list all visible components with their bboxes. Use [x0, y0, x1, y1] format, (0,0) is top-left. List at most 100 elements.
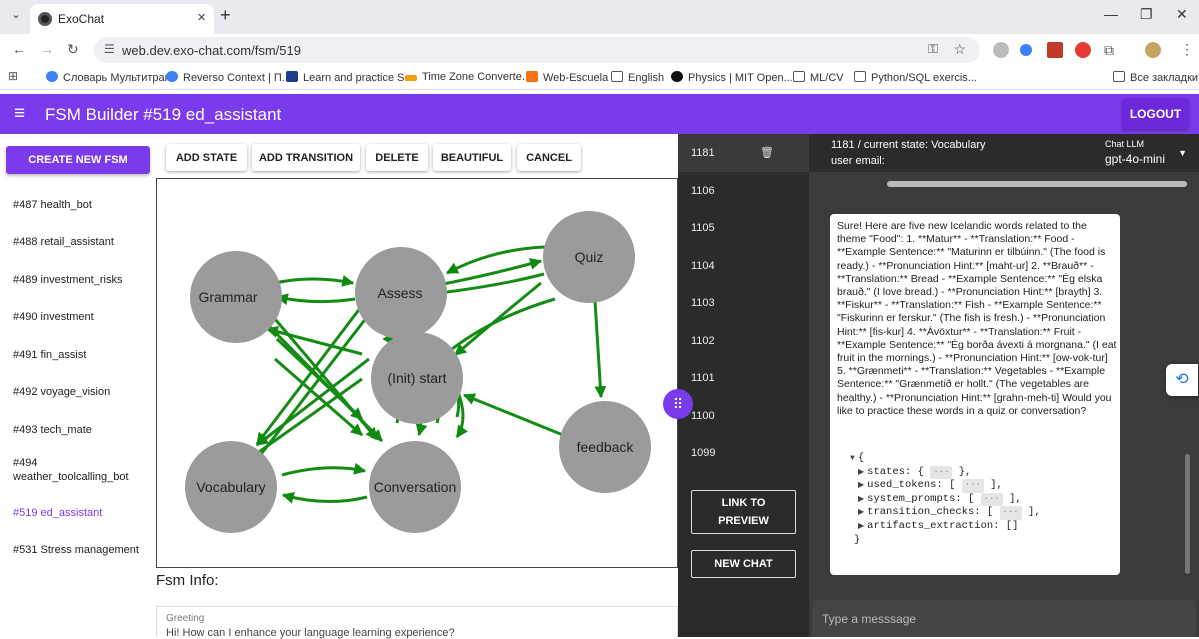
chat-id[interactable]: 1106	[691, 185, 715, 197]
bookmark-item[interactable]: Physics | MIT Open...	[671, 71, 793, 84]
new-chat-button[interactable]: NEW CHAT	[691, 550, 796, 578]
greeting-value: Hi! How can I enhance your language lear…	[166, 627, 455, 639]
sidebar-item-fsm[interactable]: #490 investment	[13, 310, 153, 324]
chevron-down-icon[interactable]: ▼	[1178, 148, 1187, 158]
bookmark-folder[interactable]: Python/SQL exercis...	[854, 71, 977, 84]
chat-id[interactable]: 1101	[691, 372, 715, 384]
add-transition-button[interactable]: ADD TRANSITION	[252, 144, 360, 171]
url-text: web.dev.exo-chat.com/fsm/519	[122, 43, 301, 58]
json-row[interactable]: ▶ transition_checks: [ ··· ],	[850, 506, 1041, 520]
user-email: user email:	[831, 155, 885, 167]
chat-id[interactable]: 1100	[691, 410, 715, 422]
bookmark-folder[interactable]: ML/CV	[793, 71, 844, 84]
sidebar-item-fsm[interactable]: #531 Stress management	[13, 543, 153, 557]
tab-title: ExoChat	[58, 12, 105, 26]
tab-search-icon[interactable]: ⌄	[6, 8, 26, 26]
reload-icon[interactable]: ↻	[67, 41, 79, 58]
site-settings-icon[interactable]: ☰	[104, 42, 115, 56]
new-tab-icon[interactable]: +	[220, 5, 231, 26]
bookmark-item[interactable]: Reverso Context | П...	[166, 71, 291, 84]
create-new-fsm-button[interactable]: CREATE NEW FSM	[6, 146, 150, 174]
greeting-field[interactable]: Greeting Hi! How can I enhance your lang…	[156, 606, 678, 639]
scrollbar[interactable]	[1185, 454, 1190, 574]
sidebar-item-fsm[interactable]: #489 investment_risks	[13, 273, 153, 287]
forward-icon[interactable]: →	[40, 41, 54, 57]
close-tab-icon[interactable]: ×	[197, 9, 206, 26]
json-row[interactable]: ▶ artifacts_extraction: []	[850, 520, 1041, 534]
node-label: (Init) start	[387, 370, 446, 386]
bookmark-star-icon[interactable]: ☆	[953, 41, 966, 58]
hamburger-menu-icon[interactable]: ≡	[14, 103, 25, 125]
fsm-graph: Grammar Assess Quiz (Init) start feedbac…	[185, 211, 651, 533]
bookmark-folder[interactable]: English	[611, 71, 664, 84]
node-label: feedback	[577, 439, 635, 455]
app-bar: ≡ FSM Builder #519 ed_assistant LOGOUT	[0, 94, 1199, 134]
chat-id[interactable]: 1104	[691, 260, 715, 272]
sidebar-item-fsm-active[interactable]: #519 ed_assistant	[13, 506, 153, 520]
extension-icon[interactable]	[993, 42, 1009, 58]
restore-icon[interactable]: ❐	[1140, 6, 1153, 23]
profile-avatar[interactable]	[1145, 42, 1161, 58]
cancel-button[interactable]: CANCEL	[517, 144, 581, 171]
greeting-label: Greeting	[166, 613, 205, 624]
node-label: Vocabulary	[196, 479, 265, 495]
bookmark-item[interactable]: Словарь Мультитран	[46, 71, 171, 84]
browser-tab[interactable]: ExoChat ×	[30, 4, 214, 34]
logout-button[interactable]: LOGOUT	[1122, 98, 1189, 129]
sidebar-item-fsm[interactable]: #492 voyage_vision	[13, 385, 153, 399]
bookmark-item[interactable]: Web-Escuela	[526, 71, 608, 84]
trash-icon[interactable]: 🗑	[760, 146, 774, 159]
minimize-icon[interactable]: —	[1104, 6, 1118, 22]
fsm-sidebar: CREATE NEW FSM #487 health_bot #488 reta…	[0, 134, 156, 637]
node-label: Grammar	[198, 289, 257, 305]
sidebar-item-fsm[interactable]: #491 fin_assist	[13, 348, 153, 362]
chat-id[interactable]: 1099	[691, 447, 715, 459]
node-label: Assess	[377, 285, 422, 301]
link-to-preview-button[interactable]: LINK TO PREVIEW	[691, 490, 796, 534]
fsm-info-heading: Fsm Info:	[156, 572, 219, 589]
address-bar[interactable]: ☰ web.dev.exo-chat.com/fsm/519 ⚿ ☆	[94, 37, 980, 63]
sidebar-item-fsm[interactable]: #487 health_bot	[13, 198, 153, 212]
back-icon[interactable]: ←	[12, 41, 26, 57]
all-bookmarks-folder[interactable]: Все закладки	[1113, 71, 1198, 84]
adblock-icon[interactable]	[1075, 42, 1091, 58]
chat-header: 1181 / current state: Vocabulary user em…	[809, 134, 1199, 172]
sidebar-item-fsm[interactable]: #488 retail_assistant	[13, 235, 153, 249]
close-window-icon[interactable]: ✕	[1176, 6, 1188, 23]
json-viewer: ▼{ ▶ states: { ··· }, ▶ used_tokens: [ ···…	[850, 452, 1041, 546]
message-placeholder: Type a messsage	[822, 612, 917, 626]
browser-navbar: ← → ↻ ☰ web.dev.exo-chat.com/fsm/519 ⚿ ☆…	[0, 34, 1199, 66]
add-state-button[interactable]: ADD STATE	[166, 144, 247, 171]
bookmark-item[interactable]: Learn and practice S...	[286, 71, 414, 84]
current-state: 1181 / current state: Vocabulary	[831, 139, 986, 151]
sidebar-item-fsm[interactable]: #494 weather_toolcalling_bot	[13, 456, 133, 484]
extension-icon[interactable]	[1020, 44, 1032, 56]
chat-id[interactable]: 1105	[691, 222, 715, 234]
message-divider	[887, 181, 1187, 187]
json-row[interactable]: ▶ system_prompts: [ ··· ],	[850, 492, 1041, 507]
extension-icon[interactable]	[1047, 42, 1063, 58]
collapse-icon[interactable]: ▼	[850, 454, 855, 463]
chat-id[interactable]: 1181	[691, 147, 715, 159]
sidebar-item-fsm[interactable]: #493 tech_mate	[13, 423, 153, 437]
apps-grid-icon[interactable]: ⊞	[8, 69, 18, 83]
llm-select[interactable]: gpt-4o-mini	[1105, 152, 1165, 166]
message-input[interactable]: Type a messsage	[812, 600, 1196, 637]
node-label: Conversation	[374, 479, 457, 495]
bookmark-item[interactable]: Time Zone Converte...	[405, 71, 531, 83]
delete-button[interactable]: DELETE	[366, 144, 428, 171]
chat-id[interactable]: 1102	[691, 335, 715, 347]
translate-extension-icon[interactable]: ⟲	[1166, 364, 1198, 396]
json-row[interactable]: ▶ used_tokens: [ ··· ],	[850, 479, 1041, 493]
extensions-puzzle-icon[interactable]: ⧉	[1104, 42, 1114, 59]
fsm-graph-canvas[interactable]: Grammar Assess Quiz (Init) start feedbac…	[156, 178, 678, 568]
message-text: Sure! Here are five new Icelandic words …	[837, 220, 1117, 417]
browser-menu-icon[interactable]: ⋮	[1180, 41, 1194, 58]
password-key-icon[interactable]: ⚿	[928, 41, 938, 57]
chat-id[interactable]: 1103	[691, 297, 715, 309]
chat-panel: 1181 / current state: Vocabulary user em…	[809, 134, 1199, 637]
drag-handle-icon[interactable]: ⠿	[663, 389, 693, 419]
beautiful-button[interactable]: BEAUTIFUL	[433, 144, 511, 171]
node-label: Quiz	[575, 249, 604, 265]
json-row[interactable]: ▶ states: { ··· },	[850, 465, 1041, 480]
